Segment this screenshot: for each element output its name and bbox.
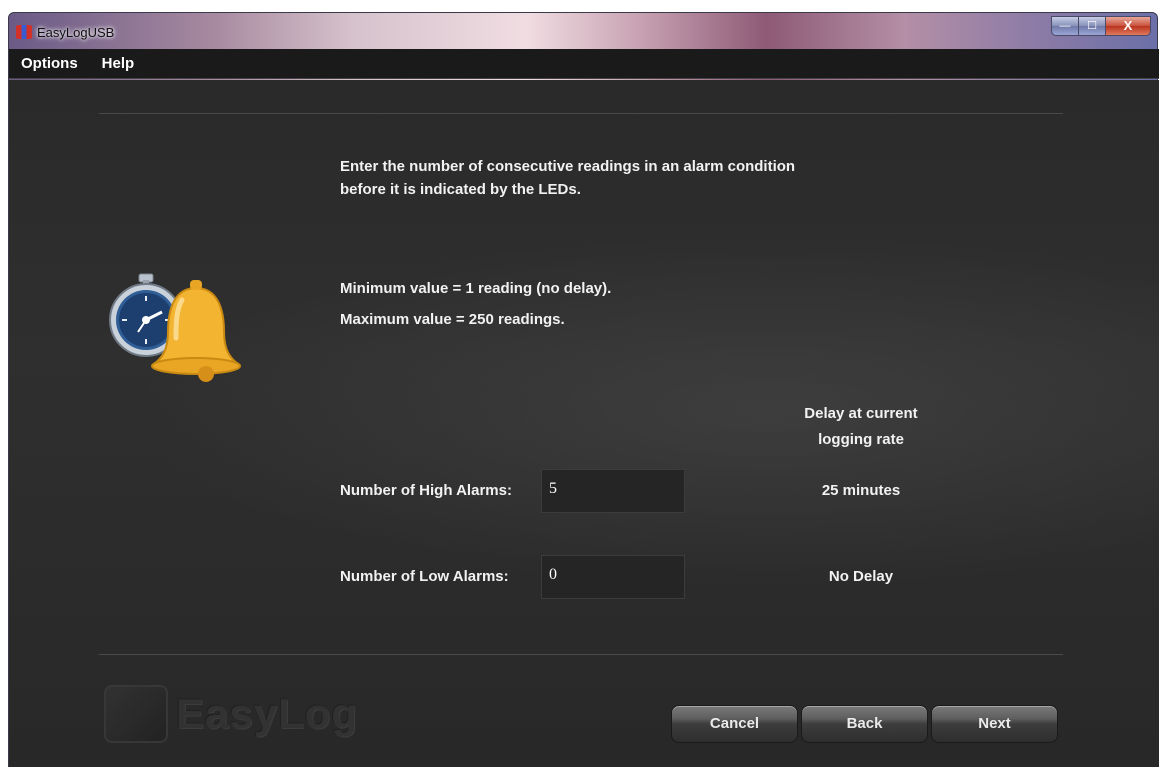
stopwatch-bell-icon [109, 273, 241, 382]
minimize-icon: — [1059, 20, 1071, 32]
menu-bar: Options Help [9, 49, 1159, 79]
menu-help[interactable]: Help [102, 55, 135, 72]
minimum-value-text: Minimum value = 1 reading (no delay). [340, 280, 612, 297]
delay-header-line-1: Delay at current [804, 405, 918, 422]
low-alarms-input[interactable]: 0 [541, 555, 685, 599]
title-bar[interactable]: EasyLogUSB — ☐ X [9, 13, 1157, 49]
window-title: EasyLogUSB [37, 25, 115, 40]
instructions-line-2: before it is indicated by the LEDs. [340, 181, 581, 198]
high-alarms-input[interactable]: 5 [541, 469, 685, 513]
wizard-panel: Enter the number of consecutive readings… [9, 80, 1159, 767]
high-alarms-delay: 25 minutes [821, 482, 901, 499]
logo-cube-icon [104, 685, 168, 743]
logo-text: EasyLog [176, 690, 359, 737]
instructions-line-1: Enter the number of consecutive readings… [340, 158, 796, 175]
top-divider [99, 113, 1063, 114]
low-alarms-label: Number of Low Alarms: [340, 568, 509, 585]
maximize-button[interactable]: ☐ [1078, 16, 1105, 36]
maximize-icon: ☐ [1087, 20, 1097, 32]
cancel-button[interactable]: Cancel [671, 705, 798, 743]
next-button[interactable]: Next [931, 705, 1058, 743]
back-button[interactable]: Back [801, 705, 928, 743]
bottom-divider [99, 654, 1063, 655]
high-alarms-label: Number of High Alarms: [340, 482, 512, 499]
low-alarms-delay: No Delay [828, 568, 894, 585]
close-button[interactable]: X [1105, 16, 1151, 36]
menu-options[interactable]: Options [21, 55, 78, 72]
window-controls: — ☐ X [1051, 16, 1151, 36]
easylog-logo: EasyLog [104, 685, 358, 743]
app-icon [16, 25, 32, 39]
close-icon: X [1123, 18, 1133, 33]
maximum-value-text: Maximum value = 250 readings. [340, 311, 565, 328]
minimize-button[interactable]: — [1051, 16, 1078, 36]
delay-header-line-2: logging rate [818, 431, 904, 448]
